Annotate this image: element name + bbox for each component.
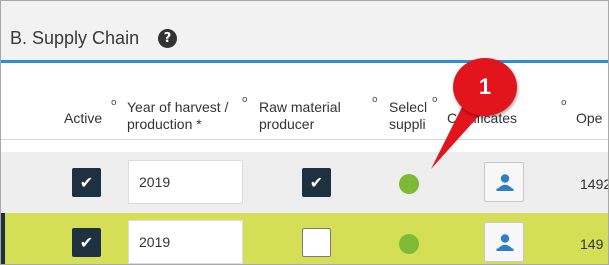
supply-chain-panel: B. Supply Chain ? Active o Year of harve… — [0, 0, 609, 265]
callout-pointer — [431, 105, 485, 169]
callout-number-badge: 1 — [453, 58, 517, 116]
